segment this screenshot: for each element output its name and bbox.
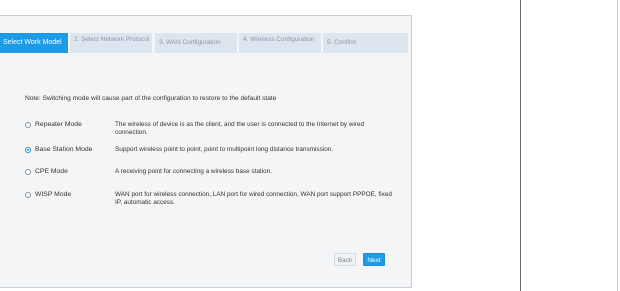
panel-edge	[617, 0, 618, 291]
mode-description: Support wireless point to point, point t…	[115, 146, 334, 153]
mode-name[interactable]: Base Station Mode	[35, 146, 92, 153]
radio-wisp[interactable]	[25, 192, 31, 198]
mode-description: A receiving point for connecting a wirel…	[115, 168, 273, 175]
back-button[interactable]: Back	[334, 253, 356, 266]
step-wireless-configuration[interactable]: 4. Wireless Configuration	[239, 33, 321, 53]
next-button[interactable]: Next	[363, 253, 385, 266]
mode-description: WAN port for wireless connection, LAN po…	[115, 191, 392, 206]
mode-name[interactable]: CPE Mode	[35, 168, 68, 175]
step-wan-configuration[interactable]: 3. WAN Configuration	[155, 33, 237, 53]
wizard-steps: Select Work Model 2. Select Network Prot…	[0, 33, 408, 53]
step-select-work-model[interactable]: Select Work Model	[0, 33, 68, 53]
mode-name[interactable]: WISP Mode	[35, 191, 71, 198]
step-select-network-protocol[interactable]: 2. Select Network Protocol	[70, 33, 152, 53]
mode-description: The wireless of device is as the client,…	[115, 121, 365, 136]
mode-switch-note: Note: Switching mode will cause part of …	[25, 95, 277, 102]
radio-repeater[interactable]	[25, 122, 31, 128]
radio-cpe[interactable]	[25, 169, 31, 175]
panel-divider	[520, 0, 521, 291]
mode-name[interactable]: Repeater Mode	[35, 121, 82, 128]
radio-base-station[interactable]	[25, 147, 31, 153]
step-confirm[interactable]: 5. Confirm	[323, 33, 408, 53]
